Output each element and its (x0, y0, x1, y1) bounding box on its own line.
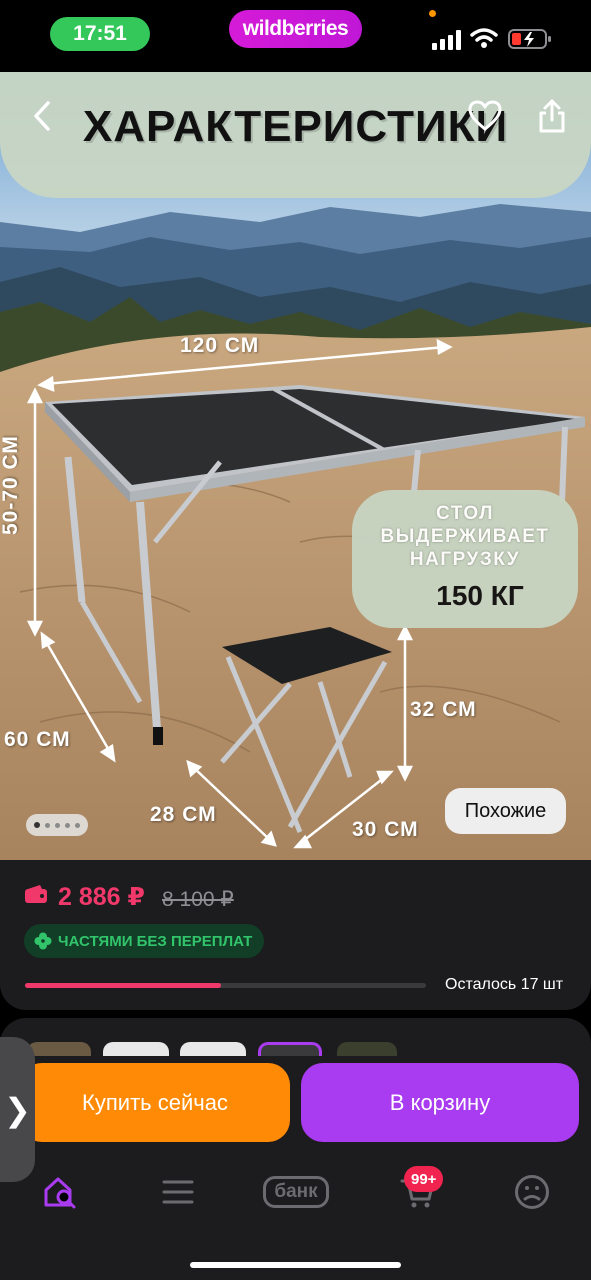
cart-count-badge: 99+ (404, 1166, 444, 1192)
similar-button[interactable]: Похожие (445, 788, 566, 834)
stock-progress-bar (25, 983, 426, 988)
gallery-pagination[interactable] (26, 814, 88, 836)
load-capacity-bubble: СТОЛ ВЫДЕРЖИВАЕТ НАГРУЗКУ 150 КГ (352, 490, 578, 628)
product-image-gallery[interactable]: ХАРАКТЕРИСТИКИ 120 СМ 50-70 СМ 60 СМ 32 … (0, 72, 591, 860)
add-to-cart-button[interactable]: В корзину (301, 1063, 579, 1142)
share-button[interactable] (532, 96, 572, 136)
dimension-table-length: 120 СМ (180, 334, 260, 357)
profile-icon (515, 1175, 549, 1209)
current-price: 2 886 ₽ (58, 883, 145, 911)
old-price: 8 100 ₽ (162, 888, 234, 911)
tab-bank[interactable]: банк (256, 1170, 336, 1214)
price-card: 2 886 ₽ 8 100 ₽ ЧАСТЯМИ БЕЗ ПЕРЕПЛАТ Ост… (0, 860, 591, 1010)
tab-catalog[interactable] (153, 1170, 203, 1214)
clover-icon (34, 932, 52, 950)
load-line-3: НАГРУЗКУ (409, 549, 521, 570)
app-badge[interactable]: wildberries (229, 10, 362, 48)
bank-icon: банк (263, 1176, 329, 1208)
variants-card (0, 1018, 591, 1280)
variant-thumbnail[interactable] (27, 1042, 91, 1056)
stock-progress-fill (25, 983, 222, 988)
variant-thumbnail[interactable] (337, 1042, 397, 1056)
dimension-stool-height: 32 СМ (410, 698, 477, 721)
status-time: 17:51 (50, 17, 150, 51)
status-bar: 17:51 wildberries (0, 0, 591, 72)
heart-icon (468, 100, 502, 131)
menu-icon (162, 1180, 194, 1204)
installment-label: ЧАСТЯМИ БЕЗ ПЕРЕПЛАТ (58, 932, 253, 950)
home-search-icon (44, 1177, 76, 1209)
side-drawer-tab[interactable]: ❯ (0, 1037, 35, 1182)
tab-home[interactable] (35, 1170, 85, 1214)
wifi-icon (470, 28, 498, 48)
variant-thumbnail[interactable] (103, 1042, 169, 1056)
load-capacity-text: СТОЛ ВЫДЕРЖИВАЕТ НАГРУЗКУ (352, 502, 578, 571)
wallet-icon (25, 885, 47, 903)
gallery-dot[interactable] (75, 822, 80, 828)
tab-profile[interactable] (507, 1170, 557, 1214)
dimension-stool-depth: 28 СМ (150, 803, 217, 826)
stock-remaining: Осталось 17 шт (445, 976, 564, 993)
home-indicator (190, 1262, 401, 1268)
back-button[interactable] (22, 96, 62, 136)
dimension-table-width: 60 СМ (4, 728, 71, 751)
share-icon (539, 99, 565, 133)
dimension-table-height: 50-70 СМ (0, 435, 22, 535)
gallery-dot[interactable] (55, 822, 60, 828)
privacy-indicator-dot (429, 10, 436, 17)
back-chevron-icon (34, 101, 50, 131)
signal-icon (432, 30, 461, 50)
favorite-button[interactable] (465, 96, 505, 136)
battery-charging-icon (508, 29, 551, 49)
load-line-2: ВЫДЕРЖИВАЕТ (380, 526, 550, 547)
variant-thumbnail[interactable] (180, 1042, 246, 1056)
chevron-right-icon: ❯ (4, 1091, 31, 1128)
gallery-dot[interactable] (45, 822, 50, 828)
load-capacity-value: 150 КГ (436, 580, 524, 611)
gallery-dot-active[interactable] (34, 822, 40, 828)
load-line-1: СТОЛ (435, 503, 495, 524)
buy-now-button[interactable]: Купить сейчас (20, 1063, 290, 1142)
gallery-dot[interactable] (65, 822, 70, 828)
variant-thumbnail-selected[interactable] (258, 1042, 322, 1056)
installment-badge[interactable]: ЧАСТЯМИ БЕЗ ПЕРЕПЛАТ (24, 924, 265, 958)
dimension-stool-width: 30 СМ (352, 818, 419, 841)
